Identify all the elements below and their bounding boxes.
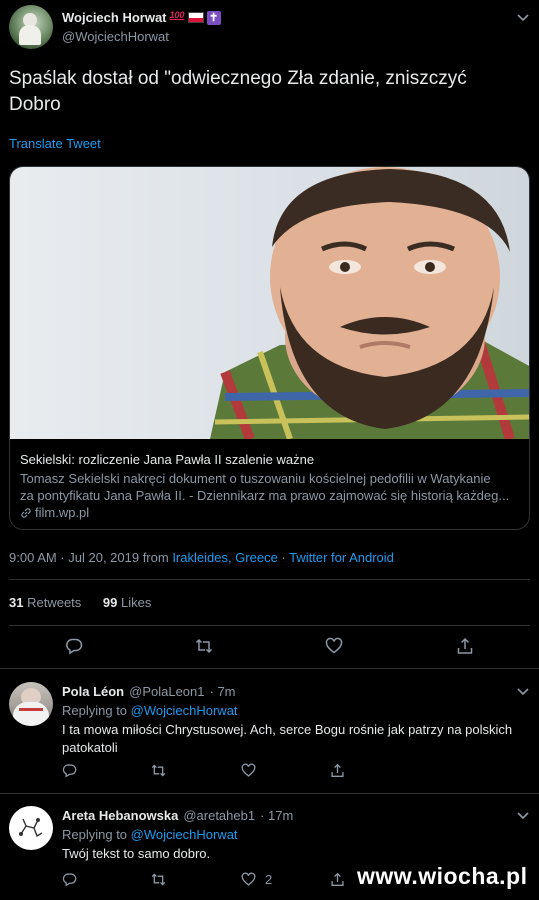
reply-text-line: I ta mowa miłości Chrystusowej. Ach, ser… — [62, 722, 513, 737]
chevron-down-icon[interactable] — [516, 686, 530, 696]
like-button[interactable] — [325, 637, 343, 655]
replying-to: Replying to @WojciechHorwat — [62, 827, 238, 842]
link-card-description: Tomasz Sekielski nakręci dokument o tusz… — [20, 471, 491, 486]
reply-button[interactable] — [65, 637, 83, 655]
retweet-icon — [151, 764, 166, 777]
reply-text-line: patokatoli — [62, 740, 118, 755]
replying-label: Replying to — [62, 827, 131, 842]
replying-to-handle[interactable]: @WojciechHorwat — [131, 827, 238, 842]
link-icon — [21, 507, 31, 518]
tweet-text-line: Spaślak dostał od "odwiecznego Zła zdani… — [9, 68, 467, 89]
tweet-text-line: Dobro — [9, 94, 61, 115]
chevron-down-icon[interactable] — [516, 810, 530, 820]
tweet-source[interactable]: Twitter for Android — [289, 550, 394, 565]
reply-time[interactable]: · 7m — [210, 684, 236, 699]
link-card-description: za pontyfikatu Jana Pawła II. - Dziennik… — [20, 488, 510, 503]
author-name[interactable]: Wojciech Horwat — [62, 10, 167, 25]
share-icon — [331, 763, 344, 777]
tweet-meta: 9:00 AM · Jul 20, 2019 from Irakleides, … — [9, 550, 394, 565]
author-handle[interactable]: @WojciechHorwat — [62, 29, 169, 44]
reply-text-line: Twój tekst to samo dobro. — [62, 846, 211, 861]
likes-stat[interactable]: 99 Likes — [103, 595, 151, 610]
reply-icon — [62, 764, 77, 778]
replying-to-handle[interactable]: @WojciechHorwat — [131, 703, 238, 718]
retweet-button[interactable] — [151, 763, 166, 778]
retweet-icon — [151, 873, 166, 886]
retweets-label: Retweets — [27, 595, 82, 610]
share-button[interactable] — [456, 637, 474, 655]
likes-count: 99 — [102, 595, 118, 610]
reply-icon — [66, 638, 83, 655]
latin-cross-icon: ✝ — [206, 10, 221, 25]
reply-text: Twój tekst to samo dobro. — [62, 846, 210, 861]
tweet-stats: 31 Retweets 99 Likes — [9, 595, 151, 610]
divider — [0, 668, 539, 669]
share-button[interactable] — [330, 872, 345, 887]
divider — [0, 793, 539, 794]
reply-author-name[interactable]: Pola Léon — [62, 684, 124, 699]
replying-to: Replying to @WojciechHorwat — [62, 703, 238, 718]
reply-button[interactable] — [62, 763, 77, 778]
heart-icon — [241, 872, 256, 886]
retweet-button[interactable] — [195, 637, 213, 655]
watermark: www.wiocha.pl — [357, 863, 528, 889]
hundred-points-icon: 100 — [169, 9, 185, 20]
retweets-stat[interactable]: 31 Retweets — [9, 595, 85, 610]
reply-time[interactable]: · 17m — [260, 808, 293, 823]
retweet-button[interactable] — [151, 872, 166, 887]
link-card-title: Sekielski: rozliczenie Jana Pawła II sza… — [20, 452, 315, 467]
reply-icon — [62, 873, 77, 887]
share-icon — [331, 872, 344, 886]
retweet-icon — [195, 638, 213, 654]
reply-author-handle[interactable]: @aretaheb1 — [183, 808, 255, 823]
tweet-location[interactable]: Irakleides, Greece — [172, 550, 278, 565]
tweet-text: Spaślak dostał od "odwiecznego Zła zdani… — [9, 66, 531, 118]
share-icon — [457, 637, 473, 654]
link-card[interactable]: Sekielski: rozliczenie Jana Pawła II sza… — [9, 166, 530, 530]
heart-icon — [241, 763, 256, 777]
like-count: 2 — [265, 872, 273, 887]
meta-separator: · — [277, 550, 290, 565]
heart-icon — [325, 637, 343, 654]
reply-avatar[interactable] — [9, 682, 53, 726]
replying-label: Replying to — [62, 703, 131, 718]
reply-author-name[interactable]: Areta Hebanowska — [62, 808, 178, 823]
reply-author-handle[interactable]: @PolaLeon1 — [129, 684, 204, 699]
tweet-timestamp[interactable]: 9:00 AM · Jul 20, 2019 from — [9, 550, 172, 565]
reply-avatar[interactable] — [9, 806, 53, 850]
link-card-image — [10, 167, 529, 439]
likes-label: Likes — [121, 595, 152, 610]
share-button[interactable] — [330, 763, 345, 778]
translate-tweet-link[interactable]: Translate Tweet — [9, 136, 101, 151]
retweets-count: 31 — [9, 595, 24, 610]
author-avatar[interactable] — [9, 5, 53, 49]
chevron-down-icon[interactable] — [516, 12, 530, 22]
divider — [9, 625, 530, 626]
reply-text: I ta mowa miłości Chrystusowej. Ach, ser… — [62, 721, 512, 757]
reply-button[interactable] — [62, 872, 77, 887]
like-button[interactable] — [241, 763, 256, 778]
like-button[interactable]: 2 — [241, 872, 272, 887]
divider — [9, 579, 530, 580]
poland-flag-icon — [187, 12, 204, 23]
link-card-domain: film.wp.pl — [35, 505, 90, 520]
